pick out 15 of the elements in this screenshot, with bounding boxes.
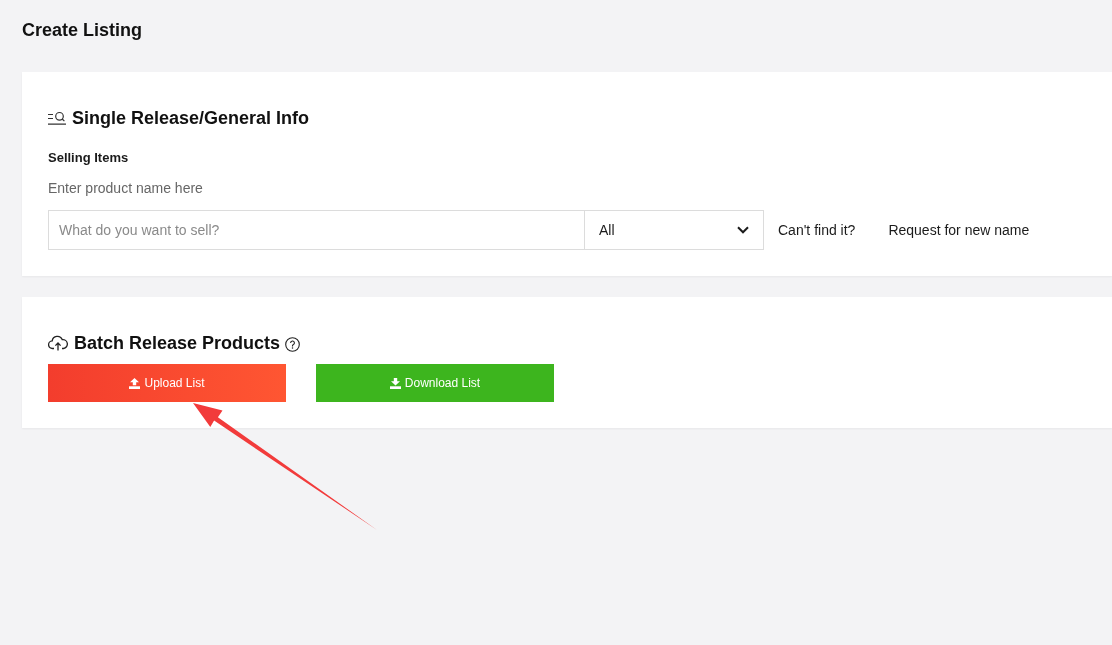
page-title: Create Listing: [22, 20, 144, 41]
field-label: Selling Items: [48, 149, 130, 167]
section-title: Single Release/General Info: [72, 108, 310, 128]
category-select[interactable]: All: [584, 210, 764, 250]
help-icon[interactable]: [285, 337, 301, 352]
list-search-icon: [48, 111, 66, 125]
request-new-name-link[interactable]: Request for new name: [888, 222, 1030, 238]
download-icon: [389, 377, 401, 389]
field-hint: Enter product name here: [48, 179, 204, 197]
cant-find-text: Can't find it?: [778, 222, 856, 238]
cloud-upload-icon: [48, 335, 68, 351]
upload-icon: [129, 377, 141, 389]
chevron-down-icon: [737, 226, 749, 234]
product-search-field[interactable]: What do you want to sell?: [48, 210, 584, 250]
section-title: Batch Release Products: [74, 333, 281, 353]
